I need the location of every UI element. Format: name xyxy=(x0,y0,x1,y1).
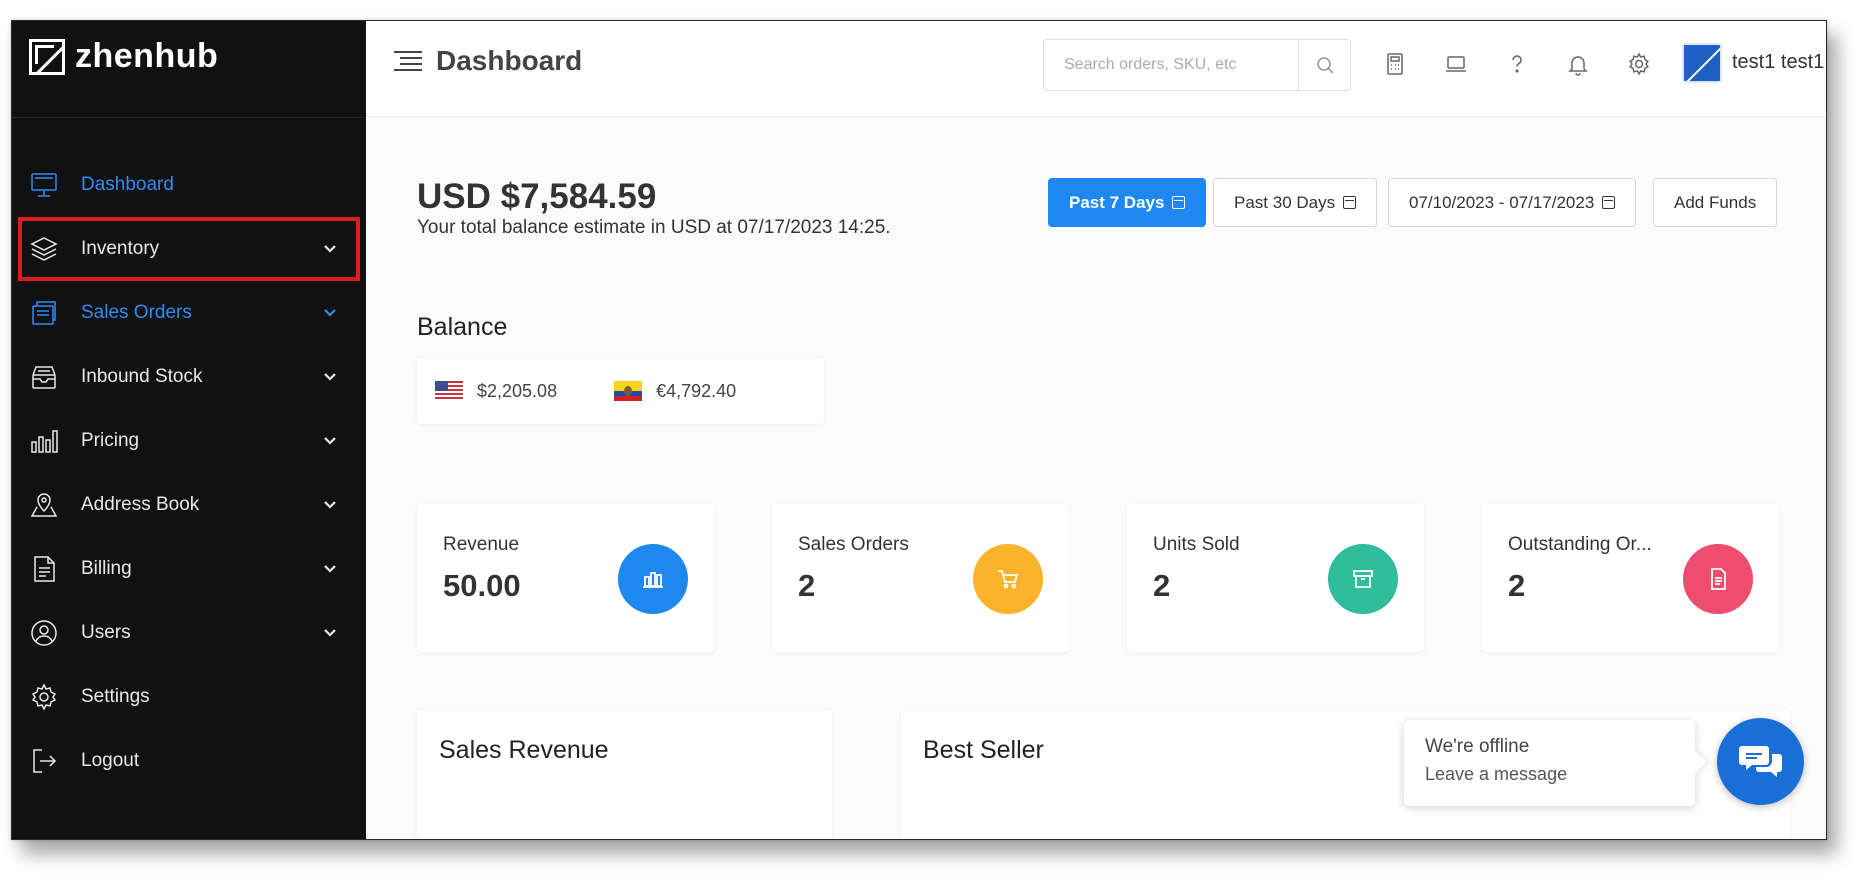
brand-logo[interactable]: zhenhub xyxy=(29,37,218,76)
stat-label: Outstanding Or... xyxy=(1508,534,1652,555)
balance-section-title: Balance xyxy=(417,313,508,341)
balance-amount: $2,205.08 xyxy=(477,380,558,401)
folder-icon xyxy=(29,298,59,328)
balance-item-usd: $2,205.08 xyxy=(435,381,557,402)
brand-name: zhenhub xyxy=(75,37,219,75)
sidebar-item-label: Logout xyxy=(81,750,140,771)
menu-toggle-icon[interactable] xyxy=(394,49,422,73)
chat-action: Leave a message xyxy=(1425,764,1568,784)
add-funds-button[interactable]: Add Funds xyxy=(1653,178,1778,227)
chat-offline-bubble[interactable]: We're offline Leave a message xyxy=(1404,720,1695,806)
box-icon xyxy=(1328,544,1398,614)
stat-value: 2 xyxy=(1508,568,1526,603)
chat-bubbles-icon xyxy=(1738,745,1782,777)
button-label: Add Funds xyxy=(1674,192,1757,212)
cart-icon xyxy=(973,544,1043,614)
button-label: Past 30 Days xyxy=(1234,192,1336,212)
app-window: zhenhub Dashboard Inventory Sales Orders… xyxy=(11,20,1827,840)
search-box xyxy=(1043,39,1351,91)
chevron-down-icon[interactable] xyxy=(322,625,338,641)
button-label: 07/10/2023 - 07/17/2023 xyxy=(1409,192,1595,212)
panel-title: Best Seller xyxy=(923,736,1044,764)
date-range-picker[interactable]: 07/10/2023 - 07/17/2023 xyxy=(1388,178,1637,227)
sidebar-item-label: Settings xyxy=(81,686,150,707)
gear-icon[interactable] xyxy=(1626,51,1652,77)
balance-card: $2,205.08 €4,792.40 xyxy=(417,358,824,424)
gear-icon xyxy=(29,682,59,712)
chevron-down-icon[interactable] xyxy=(322,305,338,321)
sales-revenue-panel: Sales Revenue xyxy=(417,710,832,839)
document-icon xyxy=(1683,544,1753,614)
button-label: Past 7 Days xyxy=(1069,192,1165,212)
stat-label: Units Sold xyxy=(1153,534,1240,555)
chat-launcher-button[interactable] xyxy=(1717,718,1804,805)
logo-mark-icon xyxy=(29,38,65,75)
ec-flag-icon xyxy=(614,381,643,401)
sidebar-item-dashboard[interactable]: Dashboard xyxy=(12,153,366,217)
stat-value: 2 xyxy=(798,568,816,603)
chevron-down-icon[interactable] xyxy=(322,369,338,385)
monitor-icon xyxy=(29,170,59,200)
past-30-days-button[interactable]: Past 30 Days xyxy=(1213,178,1378,227)
balance-item-eur: €4,792.40 xyxy=(614,381,736,402)
document-icon xyxy=(29,554,59,584)
search-input[interactable] xyxy=(1044,40,1298,90)
stat-value: 2 xyxy=(1153,568,1171,603)
logout-icon xyxy=(29,746,59,776)
past-7-days-button[interactable]: Past 7 Days xyxy=(1048,178,1207,227)
calendar-icon xyxy=(1343,196,1357,209)
sidebar-item-settings[interactable]: Settings xyxy=(12,665,366,729)
stat-card-outstanding-orders[interactable]: Outstanding Or... 2 xyxy=(1482,504,1779,652)
bar-chart-icon xyxy=(29,426,59,456)
chevron-down-icon[interactable] xyxy=(322,497,338,513)
sidebar-item-billing[interactable]: Billing xyxy=(12,537,366,601)
sidebar-item-inbound-stock[interactable]: Inbound Stock xyxy=(12,345,366,409)
panel-title: Sales Revenue xyxy=(439,736,609,764)
chevron-down-icon[interactable] xyxy=(322,561,338,577)
topbar: Dashboard test1 test1 xyxy=(366,21,1826,117)
map-pin-icon xyxy=(29,490,59,520)
sidebar-divider xyxy=(12,117,366,118)
help-icon[interactable] xyxy=(1504,51,1530,77)
sidebar-item-logout[interactable]: Logout xyxy=(12,729,366,793)
balance-amount: €4,792.40 xyxy=(656,380,737,401)
balance-note: Your total balance estimate in USD at 07… xyxy=(417,217,891,238)
layers-icon xyxy=(29,234,59,264)
sidebar: zhenhub Dashboard Inventory Sales Orders… xyxy=(12,21,366,839)
calculator-icon[interactable] xyxy=(1382,51,1408,77)
bar-chart-icon xyxy=(618,544,688,614)
sidebar-item-sales-orders[interactable]: Sales Orders xyxy=(12,281,366,345)
chevron-down-icon[interactable] xyxy=(322,433,338,449)
search-button[interactable] xyxy=(1298,40,1350,90)
stat-card-units-sold[interactable]: Units Sold 2 xyxy=(1127,504,1424,652)
sidebar-item-label: Inventory xyxy=(81,238,160,259)
calendar-check-icon xyxy=(1602,196,1616,209)
sidebar-item-inventory[interactable]: Inventory xyxy=(18,217,360,281)
stat-card-sales-orders[interactable]: Sales Orders 2 xyxy=(772,504,1069,652)
sidebar-nav: Dashboard Inventory Sales Orders Inbound… xyxy=(12,153,366,793)
bell-icon[interactable] xyxy=(1565,51,1591,77)
stat-label: Sales Orders xyxy=(798,534,909,555)
us-flag-icon xyxy=(435,381,463,401)
sidebar-item-users[interactable]: Users xyxy=(12,601,366,665)
calendar-icon xyxy=(1172,196,1186,209)
chat-status: We're offline xyxy=(1425,736,1530,757)
search-icon xyxy=(1316,57,1334,74)
stat-card-revenue[interactable]: Revenue 50.00 xyxy=(417,504,714,652)
chevron-down-icon[interactable] xyxy=(322,241,338,257)
avatar[interactable] xyxy=(1682,43,1722,83)
user-name[interactable]: test1 test1 xyxy=(1732,51,1824,74)
sidebar-item-address-book[interactable]: Address Book xyxy=(12,473,366,537)
inbox-icon xyxy=(29,362,59,392)
sidebar-item-pricing[interactable]: Pricing xyxy=(12,409,366,473)
user-icon xyxy=(29,618,59,648)
stat-value: 50.00 xyxy=(443,568,521,603)
stat-label: Revenue xyxy=(443,534,520,555)
sidebar-item-label: Dashboard xyxy=(81,174,174,195)
page-title: Dashboard xyxy=(436,45,583,76)
total-balance: USD $7,584.59 xyxy=(417,177,657,216)
laptop-icon[interactable] xyxy=(1443,51,1469,77)
